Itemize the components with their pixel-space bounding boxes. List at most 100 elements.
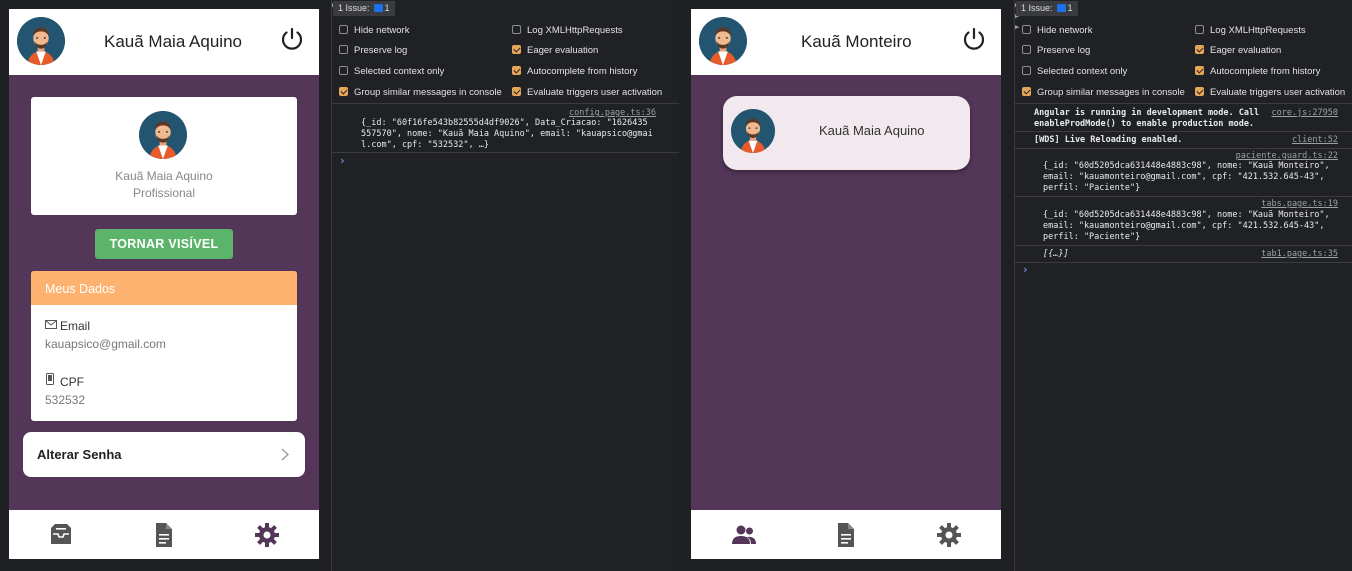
mail-icon [45,320,57,329]
log-source-link[interactable]: core.js:27950 [1271,108,1338,119]
console-prompt[interactable]: › [339,154,346,167]
option-hide-network[interactable]: Hide network [339,25,409,37]
app-header: Kauã Maia Aquino [9,9,319,75]
issues-label: 1 Issue: [1021,3,1053,13]
app-header: Kauã Monteiro [691,9,1001,75]
power-icon[interactable] [961,26,987,52]
option-eager-evaluation[interactable]: Eager evaluation [1195,45,1281,57]
log-line: Angular is running in development mode. … [1034,108,1260,118]
log-line: {_id: "60d5205dca631448e4883c98", nome: … [1043,210,1330,220]
chevron-right-icon [281,448,289,461]
checkbox[interactable] [1022,66,1031,75]
divider [332,103,679,104]
checkbox[interactable] [512,45,521,54]
option-eager-evaluation[interactable]: Eager evaluation [512,45,598,57]
checkbox[interactable] [1022,45,1031,54]
cpf-label: CPF [60,375,84,389]
profile-card: Kauã Maia Aquino Profissional [31,97,297,215]
inbox-icon[interactable] [48,522,74,548]
issue-icon [1056,4,1066,12]
header-user-name: Kauã Monteiro [801,32,912,51]
log-source-link[interactable]: tabs.page.ts:19 [1261,199,1338,210]
option-selected-context[interactable]: Selected context only [339,66,444,78]
log-source-link[interactable]: tab1.page.ts:35 [1261,249,1338,260]
phone-icon [46,373,54,385]
change-password-label: Alterar Senha [37,447,122,462]
checkbox[interactable] [512,25,521,34]
avatar-icon [139,111,187,159]
log-line: perfil: "Paciente"} [1043,232,1141,242]
power-icon[interactable] [279,26,305,52]
checkbox[interactable] [1022,87,1031,96]
avatar-icon [17,17,65,65]
checkbox[interactable] [339,66,348,75]
option-preserve-log[interactable]: Preserve log [339,45,407,57]
avatar-icon [699,17,747,65]
log-line: email: "kauamonteiro@gmail.com", cpf: "4… [1043,172,1325,182]
checkbox[interactable] [1195,45,1204,54]
email-label: Email [60,319,91,333]
log-line: [WDS] Live Reloading enabled. [1034,135,1183,145]
avatar[interactable] [17,17,65,65]
divider [1015,245,1352,246]
log-line: [{…}] [1043,249,1069,259]
divider [1015,262,1352,263]
document-icon[interactable] [833,522,859,548]
divider [1015,131,1352,132]
option-log-xhr[interactable]: Log XMLHttpRequests [512,25,623,37]
checkbox[interactable] [512,87,521,96]
log-line: l.com", cpf: "532532", …} [361,140,489,150]
avatar[interactable] [699,17,747,65]
option-hide-network[interactable]: Hide network [1022,25,1092,37]
log-line: enableProdMode() to enable production mo… [1034,119,1255,129]
divider [1015,196,1352,197]
option-log-xhr[interactable]: Log XMLHttpRequests [1195,25,1306,37]
log-line: perfil: "Paciente"} [1043,183,1141,193]
gear-icon[interactable] [936,522,962,548]
option-autocomplete[interactable]: Autocomplete from history [512,66,637,78]
option-preserve-log[interactable]: Preserve log [1022,45,1090,57]
console-prompt[interactable]: › [1022,263,1029,276]
issues-label: 1 Issue: [338,3,370,13]
right-app: Kauã Monteiro Kauã Maia Aquino [691,9,1001,559]
option-evaluate-triggers[interactable]: Evaluate triggers user activation [1195,87,1345,99]
patient-card[interactable]: Kauã Maia Aquino [723,96,970,170]
option-group-similar[interactable]: Group similar messages in console [339,87,502,99]
profile-role: Profissional [132,186,196,200]
issues-count: 1 [1067,3,1073,13]
divider [1015,148,1352,149]
my-data-card: Meus Dados Email kauapsico@gmail.com CPF… [31,271,297,421]
checkbox[interactable] [1195,87,1204,96]
devtools-left: 1 Issue: 1 Hide network Log XMLHttpReques… [331,0,679,571]
checkbox[interactable] [1195,66,1204,75]
document-icon[interactable] [151,522,177,548]
option-autocomplete[interactable]: Autocomplete from history [1195,66,1320,78]
log-source-link[interactable]: client:52 [1292,135,1338,146]
checkbox[interactable] [1195,25,1204,34]
option-group-similar[interactable]: Group similar messages in console [1022,87,1185,99]
issues-button[interactable]: 1 Issue: 1 [1016,1,1078,16]
profile-avatar [139,111,187,159]
option-selected-context[interactable]: Selected context only [1022,66,1127,78]
gear-icon[interactable] [254,522,280,548]
checkbox[interactable] [1022,25,1031,34]
option-evaluate-triggers[interactable]: Evaluate triggers user activation [512,87,662,99]
devtools-right: 1 Issue: 1 Hide network Log XMLHttpReques… [1014,0,1352,571]
issue-icon [373,4,383,12]
my-data-title: Meus Dados [31,271,297,305]
tab-bar [9,510,319,559]
profile-name: Kauã Maia Aquino [115,169,213,183]
issues-button[interactable]: 1 Issue: 1 [333,1,395,16]
expand-triangle-icon[interactable]: ▶ [1015,23,1019,31]
change-password-item[interactable]: Alterar Senha [23,432,305,477]
header-user-name: Kauã Maia Aquino [104,32,242,51]
checkbox[interactable] [339,45,348,54]
divider [332,152,679,153]
make-visible-button[interactable]: TORNAR VISÍVEL [95,229,233,259]
email-value: kauapsico@gmail.com [45,337,166,351]
people-icon[interactable] [731,522,757,548]
checkbox[interactable] [339,25,348,34]
checkbox[interactable] [512,66,521,75]
log-line: email: "kauamonteiro@gmail.com", cpf: "4… [1043,221,1325,231]
checkbox[interactable] [339,87,348,96]
